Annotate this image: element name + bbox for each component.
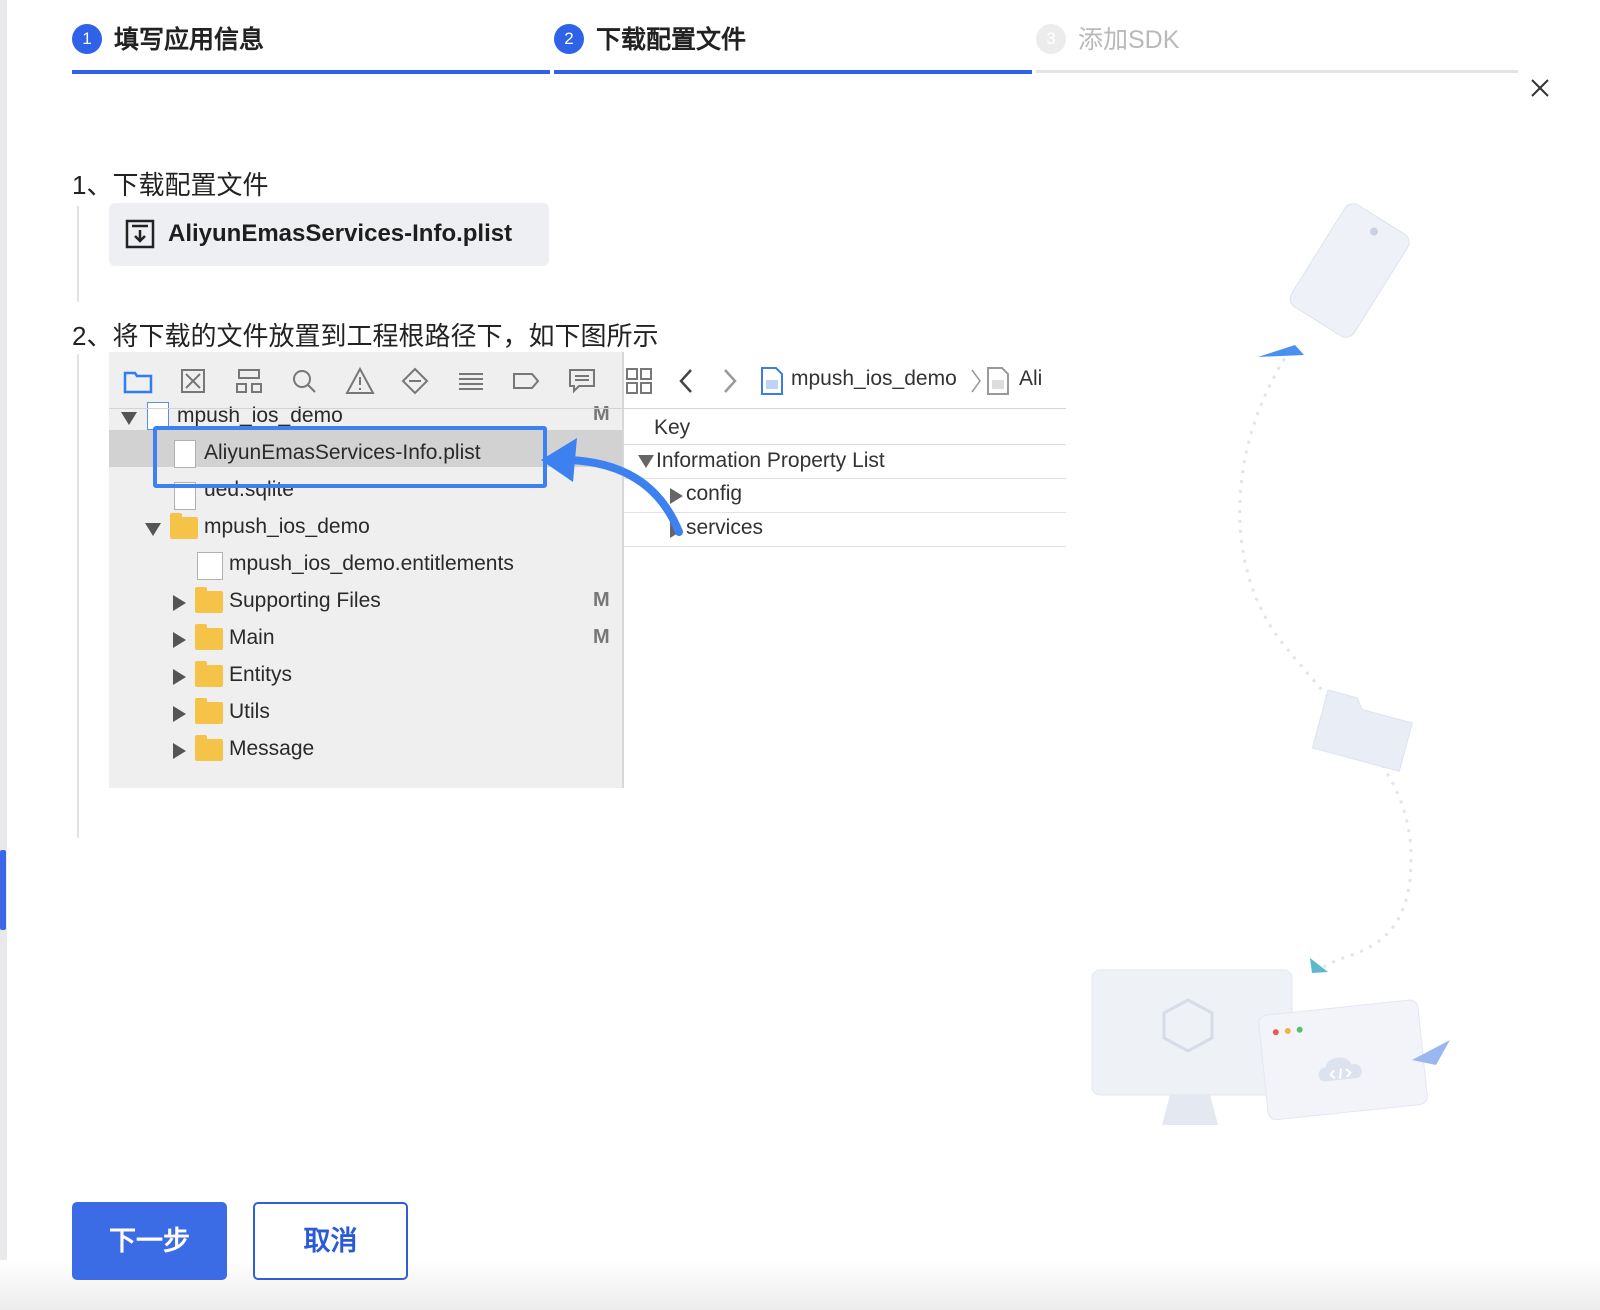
disclosure-triangle-icon [145, 523, 161, 536]
tree-row: Message [109, 733, 622, 769]
decorative-illustration [1091, 203, 1450, 1125]
disclosure-triangle-icon [173, 743, 186, 759]
download-config-button[interactable]: AliyunEmasServices-Info.plist [109, 203, 549, 266]
step-2: 2 下载配置文件 [554, 0, 1032, 76]
report-navigator-icon [569, 369, 595, 394]
disclosure-triangle-icon [173, 706, 186, 722]
download-icon [125, 219, 155, 249]
step-progress-line [554, 70, 1032, 74]
step-progress-line [1036, 70, 1518, 73]
tree-item-label: Main [229, 626, 275, 649]
folder-icon [195, 587, 223, 613]
folder-icon [195, 624, 223, 650]
modified-flag: M [593, 626, 610, 648]
tree-row: Utils [109, 696, 622, 732]
tree-row: Supporting Files M [109, 585, 622, 621]
test-navigator-icon [401, 367, 429, 395]
tree-row: Main M [109, 622, 622, 658]
xcode-screenshot: mpush_ios_demo M AliyunEmasServices-Info… [109, 352, 1066, 788]
step-label: 添加SDK [1078, 26, 1180, 54]
background-page-edge [0, 0, 7, 1310]
tree-item-label: Entitys [229, 663, 293, 686]
project-file-icon [761, 367, 783, 395]
debug-navigator-icon [459, 373, 483, 390]
step-label: 下载配置文件 [596, 26, 747, 54]
tree-item-label: Utils [229, 700, 270, 723]
section-divider [77, 206, 79, 302]
background-page-accent [0, 850, 6, 930]
tree-item-label: Message [229, 737, 315, 760]
tree-row: mpush_ios_demo.entitlements [109, 548, 622, 584]
code-window-icon [1258, 999, 1428, 1121]
disclosure-triangle-icon [173, 669, 186, 685]
toolbar-separator [109, 408, 1066, 409]
folder-icon [195, 698, 223, 724]
search-icon [293, 370, 316, 393]
project-navigator: mpush_ios_demo M AliyunEmasServices-Info… [109, 352, 624, 788]
cancel-button[interactable]: 取消 [253, 1202, 408, 1280]
phone-icon [1289, 203, 1410, 338]
tree-item-label: mpush_ios_demo [204, 515, 370, 538]
folder-icon [195, 735, 223, 761]
breadcrumb-item: Ali [1019, 367, 1043, 390]
disclosure-triangle-icon [173, 632, 186, 648]
tree-item-label: Supporting Files [229, 589, 381, 612]
source-control-icon [181, 369, 205, 393]
bottom-shadow [0, 1260, 1600, 1310]
folder-icon [195, 661, 223, 687]
stepper: 1 填写应用信息 2 下载配置文件 3 添加SDK [72, 0, 1544, 76]
breadcrumb-item: mpush_ios_demo [791, 367, 957, 390]
step-progress-line [72, 70, 550, 74]
chevron-right-icon [724, 369, 737, 393]
step-number: 2 [554, 24, 584, 54]
folder-navigator-icon [123, 371, 153, 394]
section-2-title: 2、将下载的文件放置到工程根路径下，如下图所示 [72, 321, 659, 351]
curved-arrow-icon [541, 438, 683, 536]
grid-icon [626, 368, 652, 394]
download-file-name: AliyunEmasServices-Info.plist [168, 220, 513, 247]
step-label: 填写应用信息 [114, 26, 265, 54]
entitlements-file-icon [197, 552, 223, 580]
next-step-button[interactable]: 下一步 [72, 1202, 227, 1280]
disclosure-triangle-icon [121, 412, 137, 425]
tree-row: Entitys [109, 659, 622, 695]
breakpoint-icon [513, 373, 540, 389]
symbol-navigator-icon [236, 369, 262, 393]
chevron-left-icon [679, 369, 692, 393]
folder-icon [1311, 689, 1413, 772]
modified-flag: M [593, 589, 610, 611]
step-1: 1 填写应用信息 [72, 0, 550, 76]
plist-file-icon [987, 367, 1009, 395]
section-1-title: 1、下载配置文件 [72, 170, 269, 200]
xcode-toolbar: mpush_ios_demo Ali [109, 352, 1066, 408]
highlight-frame [153, 426, 547, 488]
warning-icon [345, 366, 375, 394]
section-divider [77, 354, 79, 838]
disclosure-triangle-icon [173, 595, 186, 611]
step-number: 3 [1036, 24, 1066, 54]
step-3: 3 添加SDK [1036, 0, 1518, 76]
step-number: 1 [72, 24, 102, 54]
close-icon[interactable] [1528, 76, 1552, 100]
folder-icon [170, 513, 198, 539]
tree-item-label: mpush_ios_demo.entitlements [229, 552, 514, 575]
paper-plane-icon [1258, 345, 1304, 357]
